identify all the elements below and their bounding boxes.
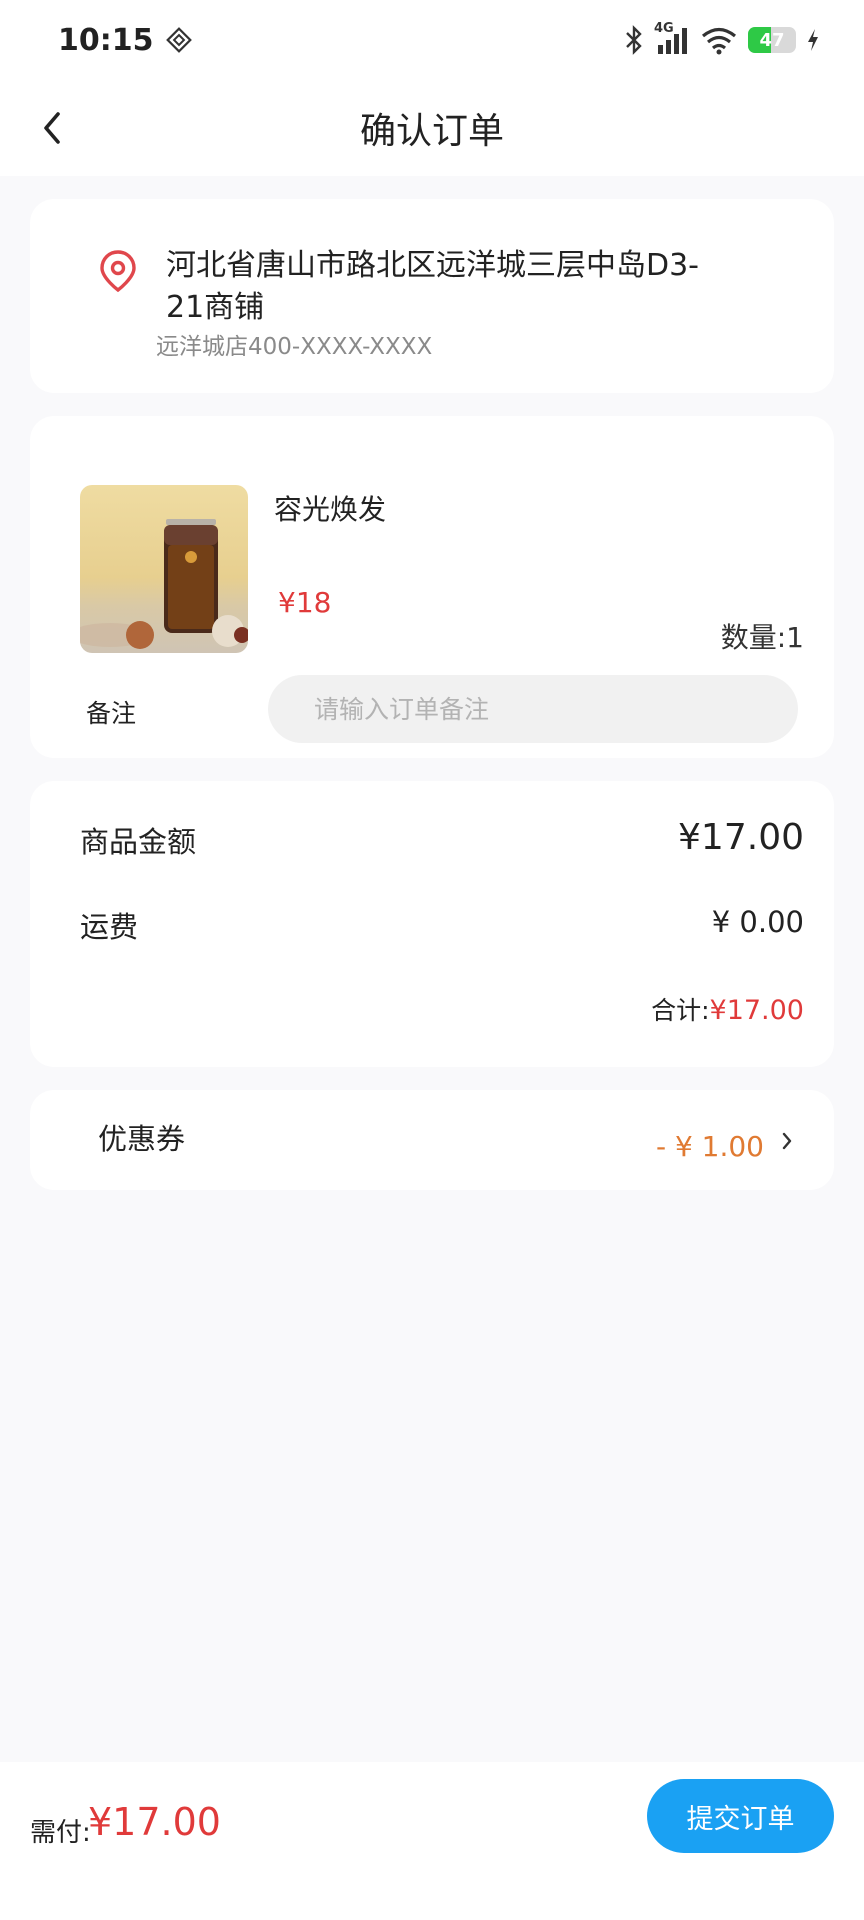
checkout-bar: 需付: ¥17.00 提交订单: [0, 1762, 864, 1920]
wifi-icon: [701, 27, 737, 55]
status-right: 4G 47: [624, 21, 820, 55]
status-left: 10:15: [58, 23, 192, 58]
bluetooth-icon: [626, 25, 642, 55]
signal-bars-icon: [658, 28, 687, 54]
product-name: 容光焕发: [274, 493, 387, 526]
chevron-right-icon: [782, 1132, 792, 1150]
location-pin-icon: [100, 250, 136, 293]
status-time: 10:15: [58, 22, 154, 58]
order-total-value: ¥17.00: [709, 995, 804, 1026]
goods-amount-label: 商品金额: [80, 825, 197, 859]
status-bar: 10:15 4G 47: [0, 0, 864, 80]
battery-level: 47: [759, 29, 785, 51]
submit-order-button[interactable]: 提交订单: [647, 1779, 834, 1853]
amount-due-value: ¥17.00: [88, 1800, 221, 1844]
shipping-fee-label: 运费: [80, 910, 139, 944]
remark-input[interactable]: [268, 675, 798, 743]
product-quantity: 数量:1: [720, 621, 804, 654]
product-bottle-illustration: [80, 519, 248, 649]
remark-label: 备注: [86, 699, 137, 728]
store-address: 河北省唐山市路北区远洋城三层中岛D3-21商铺: [166, 248, 700, 325]
app-notification-icon: [165, 27, 192, 53]
charging-icon: [808, 29, 818, 51]
shipping-fee-value: ¥ 0.00: [711, 905, 804, 939]
product-image: [80, 485, 248, 653]
product-card: 容光焕发 ¥18 数量:1 备注: [30, 416, 834, 758]
coupon-row[interactable]: 优惠券 - ¥ 1.00: [30, 1090, 834, 1190]
price-summary-card: 商品金额 ¥17.00 运费 ¥ 0.00 合计:¥17.00: [30, 781, 834, 1067]
back-button[interactable]: [28, 104, 76, 152]
cellular-signal: 4G: [654, 21, 690, 55]
chevron-left-icon: [44, 112, 60, 144]
amount-due-label: 需付:: [30, 1818, 91, 1848]
goods-amount-value: ¥17.00: [678, 817, 804, 858]
coupon-label: 优惠券: [98, 1122, 186, 1156]
store-contact: 远洋城店400-XXXX-XXXX: [156, 334, 433, 360]
product-price: ¥18: [278, 586, 332, 619]
page-title: 确认订单: [359, 111, 504, 152]
nav-header: 确认订单: [0, 80, 864, 176]
order-total: 合计:¥17.00: [651, 991, 804, 1027]
battery-indicator: 47: [748, 27, 796, 53]
store-address-card[interactable]: 河北省唐山市路北区远洋城三层中岛D3-21商铺 远洋城店400-XXXX-XXX…: [30, 199, 834, 393]
coupon-discount: - ¥ 1.00: [655, 1130, 764, 1163]
order-total-label: 合计:: [651, 996, 710, 1025]
